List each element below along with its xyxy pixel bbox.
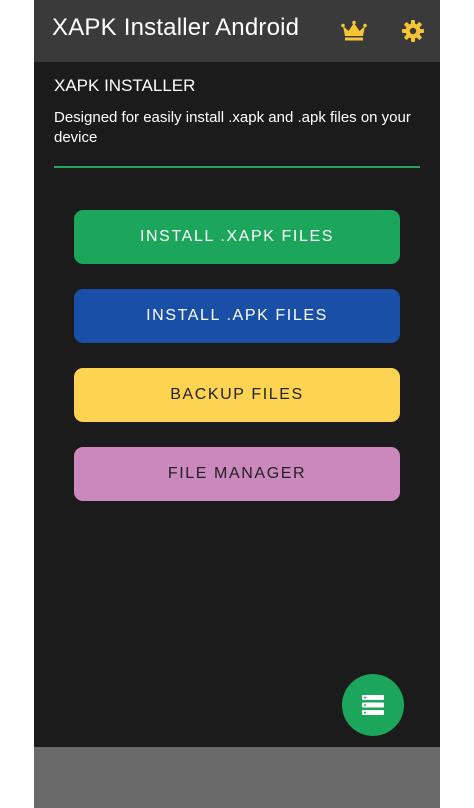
premium-button[interactable] — [338, 15, 370, 47]
section-title: XAPK INSTALLER — [54, 76, 196, 95]
install-apk-button[interactable]: INSTALL .APK FILES — [74, 289, 400, 343]
crown-icon — [341, 20, 367, 41]
app-description: Designed for easily install .xapk and .a… — [54, 109, 411, 146]
settings-button[interactable] — [397, 15, 429, 47]
app-title: XAPK Installer Android — [52, 14, 300, 41]
bottom-bar — [34, 747, 440, 808]
divider — [54, 166, 420, 168]
app-screen: XAPK Installer Android XAPK INSTALLER De… — [34, 0, 440, 808]
list-icon — [362, 695, 384, 715]
app-bar: XAPK Installer Android — [34, 0, 440, 62]
gear-icon — [402, 20, 424, 42]
install-xapk-button[interactable]: INSTALL .XAPK FILES — [74, 210, 400, 264]
backup-files-button[interactable]: BACKUP FILES — [74, 368, 400, 422]
file-manager-button[interactable]: FILE MANAGER — [74, 447, 400, 501]
floating-action-button[interactable] — [342, 674, 404, 736]
